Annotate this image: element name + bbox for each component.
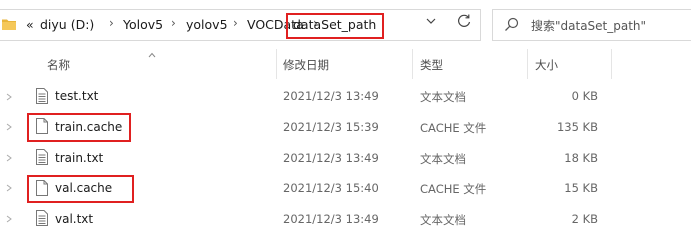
chevron-down-icon[interactable] [425, 15, 437, 27]
file-type: 文本文档 [420, 152, 466, 166]
file-date: 2021/12/3 13:49 [283, 212, 379, 226]
column-divider[interactable] [611, 49, 612, 79]
file-name[interactable]: test.txt [55, 89, 98, 103]
file-size: 2 KB [571, 212, 598, 226]
file-name[interactable]: train.cache [55, 120, 122, 134]
column-divider[interactable] [276, 49, 277, 79]
file-date: 2021/12/3 13:49 [283, 89, 379, 103]
file-size: 135 KB [556, 120, 598, 134]
text-file-icon [36, 210, 48, 226]
file-name[interactable]: val.cache [55, 181, 112, 195]
breadcrumb-yolov5-upper[interactable]: Yolov5 [123, 17, 163, 32]
folder-icon [2, 19, 16, 30]
file-name[interactable]: train.txt [55, 151, 103, 165]
expand-arrow-icon[interactable] [6, 154, 12, 162]
column-header-name[interactable]: 名称 [47, 57, 70, 73]
file-date: 2021/12/3 15:40 [283, 181, 379, 195]
breadcrumb-current[interactable]: dataSet_path [293, 17, 376, 32]
file-type: CACHE 文件 [420, 182, 487, 196]
search-icon [505, 17, 519, 31]
text-file-icon [36, 88, 48, 104]
blank-file-icon [36, 180, 48, 196]
file-date: 2021/12/3 15:39 [283, 120, 379, 134]
breadcrumb-separator-icon[interactable]: › [109, 16, 114, 30]
breadcrumb-separator-icon[interactable]: › [233, 16, 238, 30]
column-header-type[interactable]: 类型 [420, 57, 443, 73]
breadcrumb-yolov5-lower[interactable]: yolov5 [186, 17, 228, 32]
breadcrumb-separator-icon[interactable]: › [171, 16, 176, 30]
file-size: 18 KB [564, 151, 598, 165]
expand-arrow-icon[interactable] [6, 215, 12, 223]
file-type: 文本文档 [420, 90, 466, 104]
text-file-icon [36, 149, 48, 165]
refresh-icon[interactable] [456, 13, 472, 29]
file-type: 文本文档 [420, 213, 466, 227]
search-input[interactable]: 搜索"dataSet_path" [531, 17, 646, 34]
breadcrumb-drive[interactable]: diyu (D:) [40, 17, 94, 32]
file-size: 15 KB [564, 181, 598, 195]
sort-ascending-icon [148, 52, 156, 58]
blank-file-icon [36, 118, 48, 134]
file-date: 2021/12/3 13:49 [283, 151, 379, 165]
column-divider[interactable] [527, 49, 528, 79]
column-header-size[interactable]: 大小 [535, 57, 558, 73]
file-name[interactable]: val.txt [55, 212, 93, 226]
expand-arrow-icon[interactable] [6, 184, 12, 192]
column-divider[interactable] [412, 49, 413, 79]
expand-arrow-icon[interactable] [6, 123, 12, 131]
expand-arrow-icon[interactable] [6, 93, 12, 101]
file-size: 0 KB [571, 89, 598, 103]
breadcrumb-overflow[interactable]: « [26, 17, 34, 32]
file-type: CACHE 文件 [420, 121, 487, 135]
column-header-date[interactable]: 修改日期 [283, 57, 329, 73]
